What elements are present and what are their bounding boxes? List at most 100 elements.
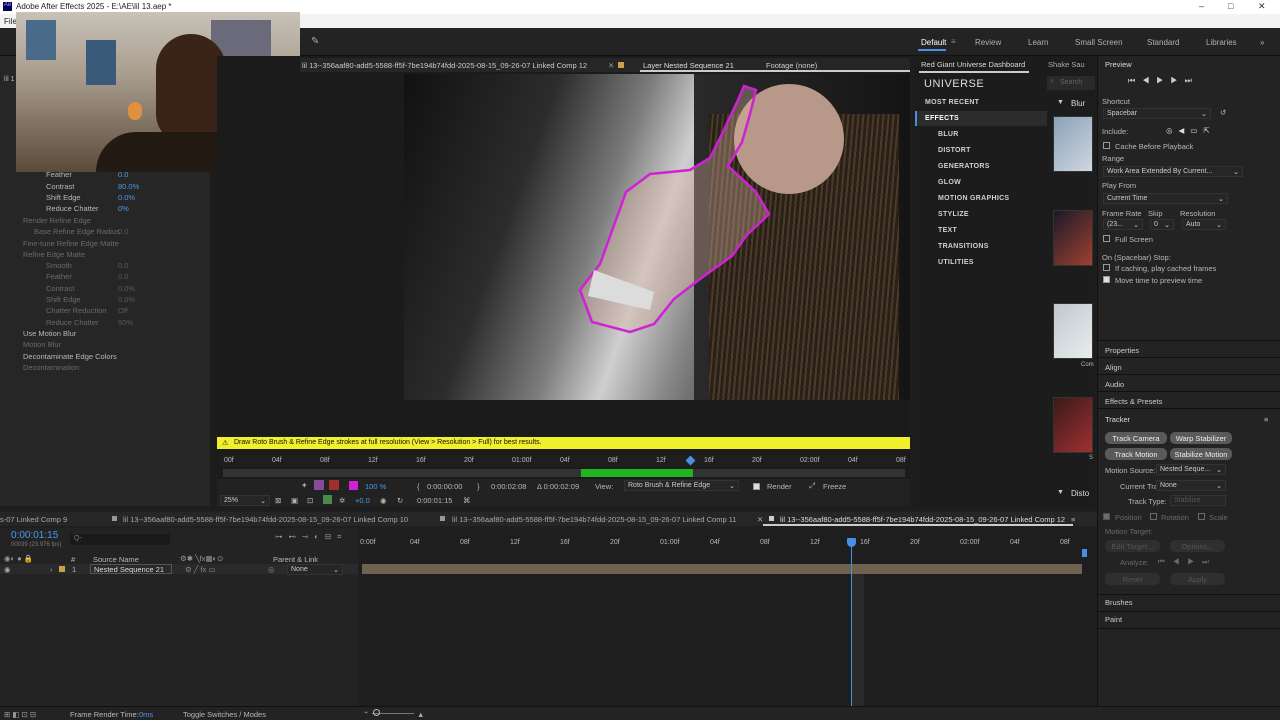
- options-button[interactable]: Options...: [1170, 540, 1225, 552]
- timeline-tab-comp11[interactable]: lil 13--356aaf80-add5-5588-ff5f-7be194b7…: [452, 515, 737, 524]
- property-row[interactable]: Contrast 80.0%: [46, 182, 139, 191]
- universe-category[interactable]: BLUR: [938, 131, 959, 138]
- property-row[interactable]: Chatter Reduction Off: [46, 306, 128, 315]
- property-value[interactable]: 0.0%: [118, 284, 135, 293]
- universe-effects[interactable]: EFFECTS: [925, 115, 959, 122]
- roto-outline[interactable]: [404, 74, 910, 400]
- close-icon[interactable]: ✕: [757, 515, 763, 524]
- track-motion-button[interactable]: Track Motion: [1105, 448, 1167, 460]
- skip-select[interactable]: 0 ⌄: [1150, 219, 1174, 230]
- universe-category[interactable]: GLOW: [938, 179, 961, 186]
- refresh-icon[interactable]: ↻: [397, 496, 403, 505]
- zoom-slider-knob[interactable]: [373, 709, 380, 716]
- zoom-select[interactable]: 25% ⌄: [220, 495, 270, 506]
- properties-panel[interactable]: Properties: [1105, 346, 1139, 355]
- expand-icon[interactable]: ›: [50, 565, 53, 574]
- universe-category[interactable]: MOTION GRAPHICS: [938, 195, 1009, 202]
- timeline-tab-comp10[interactable]: lil 13--356aaf80-add5-5588-ff5f-7be194b7…: [123, 515, 408, 524]
- playback-controls[interactable]: ⏮◀▶▶⏭: [1128, 76, 1199, 86]
- workspace-default[interactable]: Default: [921, 38, 946, 47]
- channel-icon[interactable]: [323, 495, 332, 504]
- timeline-search-input[interactable]: Q-: [70, 534, 170, 545]
- universe-category[interactable]: TEXT: [938, 227, 957, 234]
- panel-menu-icon[interactable]: ≡: [1264, 415, 1268, 424]
- layer-row[interactable]: ◉ › 1 Nested Sequence 21 ⚙ ╱ fx ▭ ◎ None…: [0, 564, 358, 575]
- track-type-select[interactable]: Stabilize: [1170, 495, 1226, 506]
- include-icons[interactable]: ◎◀▭⇱: [1166, 126, 1216, 135]
- property-row[interactable]: Decontaminate Edge Colors: [23, 352, 117, 361]
- visibility-icon[interactable]: ◉: [4, 565, 11, 574]
- effects-presets-panel[interactable]: Effects & Presets: [1105, 397, 1162, 406]
- property-row[interactable]: Reduce Chatter 50%: [46, 318, 133, 327]
- cache-checkbox[interactable]: [1103, 142, 1110, 149]
- render-checkbox[interactable]: [753, 483, 760, 490]
- label-color[interactable]: [59, 566, 65, 572]
- rotation-checkbox[interactable]: [1150, 513, 1157, 520]
- search-input[interactable]: ⌕ Search: [1047, 76, 1095, 90]
- property-row[interactable]: Contrast 0.0%: [46, 284, 135, 293]
- snapshot-icon[interactable]: ⌘: [463, 496, 471, 505]
- property-row[interactable]: Refine Edge Matte: [23, 250, 85, 259]
- property-row[interactable]: Shift Edge 0.0%: [46, 193, 135, 202]
- property-row[interactable]: Decontamination: [23, 363, 79, 372]
- freeze-icon[interactable]: ⤢: [809, 481, 815, 491]
- analyze-controls[interactable]: ⏮◀▶⏭: [1158, 557, 1217, 567]
- parent-select[interactable]: None ⌄: [287, 564, 343, 575]
- paint-panel[interactable]: Paint: [1105, 615, 1122, 624]
- current-track-select[interactable]: None ⌄: [1156, 480, 1226, 491]
- workspace-standard[interactable]: Standard: [1147, 38, 1179, 47]
- collapse-icon[interactable]: ▼: [1057, 99, 1064, 106]
- effect-controls-tab[interactable]: lil 1: [4, 76, 15, 83]
- shortcut-select[interactable]: Spacebar ⌄: [1103, 108, 1211, 119]
- timeline-tab-comp9[interactable]: s-07 Linked Comp 9: [0, 515, 67, 524]
- freeze-label[interactable]: Freeze: [823, 482, 846, 491]
- mask-icon[interactable]: ⊡: [307, 496, 313, 505]
- audio-panel[interactable]: Audio: [1105, 380, 1124, 389]
- universe-most-recent[interactable]: MOST RECENT: [925, 99, 979, 106]
- layer-switches[interactable]: ⚙ ╱ fx ▭: [185, 565, 215, 574]
- property-value[interactable]: 0.0%: [118, 295, 135, 304]
- property-row[interactable]: Base Refine Edge Radius 0.0: [34, 227, 128, 236]
- effect-thumbnail[interactable]: [1053, 303, 1093, 359]
- edit-target-button[interactable]: Edit Target...: [1105, 540, 1160, 552]
- property-value[interactable]: 0.0: [118, 261, 128, 270]
- property-row[interactable]: Smooth 0.0: [46, 261, 128, 270]
- close-icon[interactable]: ✕: [608, 61, 614, 70]
- out-time[interactable]: 0:00:02:08: [491, 482, 526, 491]
- viewer-tab-comp[interactable]: lil 13--356aaf80-add5-5588-ff5f-7be194b7…: [302, 61, 587, 70]
- property-row[interactable]: Motion Blur: [23, 340, 61, 349]
- resolution-select[interactable]: Auto ⌄: [1182, 219, 1226, 230]
- align-panel[interactable]: Align: [1105, 363, 1122, 372]
- work-area-bar[interactable]: [223, 469, 905, 477]
- work-area-end[interactable]: [1082, 549, 1087, 557]
- out-point-icon[interactable]: }: [477, 482, 480, 491]
- brushes-panel[interactable]: Brushes: [1105, 598, 1133, 607]
- frame-rate-select[interactable]: (23... ⌄: [1103, 219, 1143, 230]
- menu-file[interactable]: File: [4, 17, 17, 26]
- property-value[interactable]: 0.0: [118, 227, 128, 236]
- color-swatch[interactable]: [349, 481, 358, 490]
- maximize-button[interactable]: □: [1228, 1, 1233, 11]
- effect-thumbnail[interactable]: [1053, 397, 1093, 453]
- property-row[interactable]: Use Motion Blur: [23, 329, 76, 338]
- viewer-tab-layer[interactable]: Layer Nested Sequence 21: [643, 61, 734, 70]
- panel-menu-icon[interactable]: ≡: [1071, 515, 1075, 524]
- property-value[interactable]: 0.0%: [118, 193, 135, 202]
- scale-checkbox[interactable]: [1198, 513, 1205, 520]
- viewer-tab-footage[interactable]: Footage (none): [766, 61, 817, 70]
- pickwhip-icon[interactable]: ◎: [268, 565, 275, 574]
- motion-source-select[interactable]: Nested Seque... ⌄: [1156, 464, 1226, 475]
- opacity-value[interactable]: 100 %: [365, 482, 386, 491]
- layer-time-ruler[interactable]: 00f 04f 08f 12f 16f 20f 01:00f 04f 08f 12f 16f 20f 0…: [220, 455, 908, 467]
- tab-shake[interactable]: Shake Sau: [1048, 60, 1085, 69]
- playhead-handle[interactable]: [847, 538, 856, 547]
- stabilize-motion-button[interactable]: Stabilize Motion: [1170, 448, 1232, 460]
- workspace-libraries[interactable]: Libraries: [1206, 38, 1237, 47]
- av-icons[interactable]: ◉◐ ● 🔒: [4, 554, 33, 563]
- reset-icon[interactable]: ↺: [1220, 108, 1226, 117]
- camera-icon[interactable]: ◉: [380, 496, 387, 505]
- reset-button[interactable]: Reset: [1105, 573, 1160, 585]
- layer-duration-bar[interactable]: [362, 564, 1082, 574]
- property-row[interactable]: Reduce Chatter 0%: [46, 204, 129, 213]
- range-select[interactable]: Work Area Extended By Current... ⌄: [1103, 166, 1243, 177]
